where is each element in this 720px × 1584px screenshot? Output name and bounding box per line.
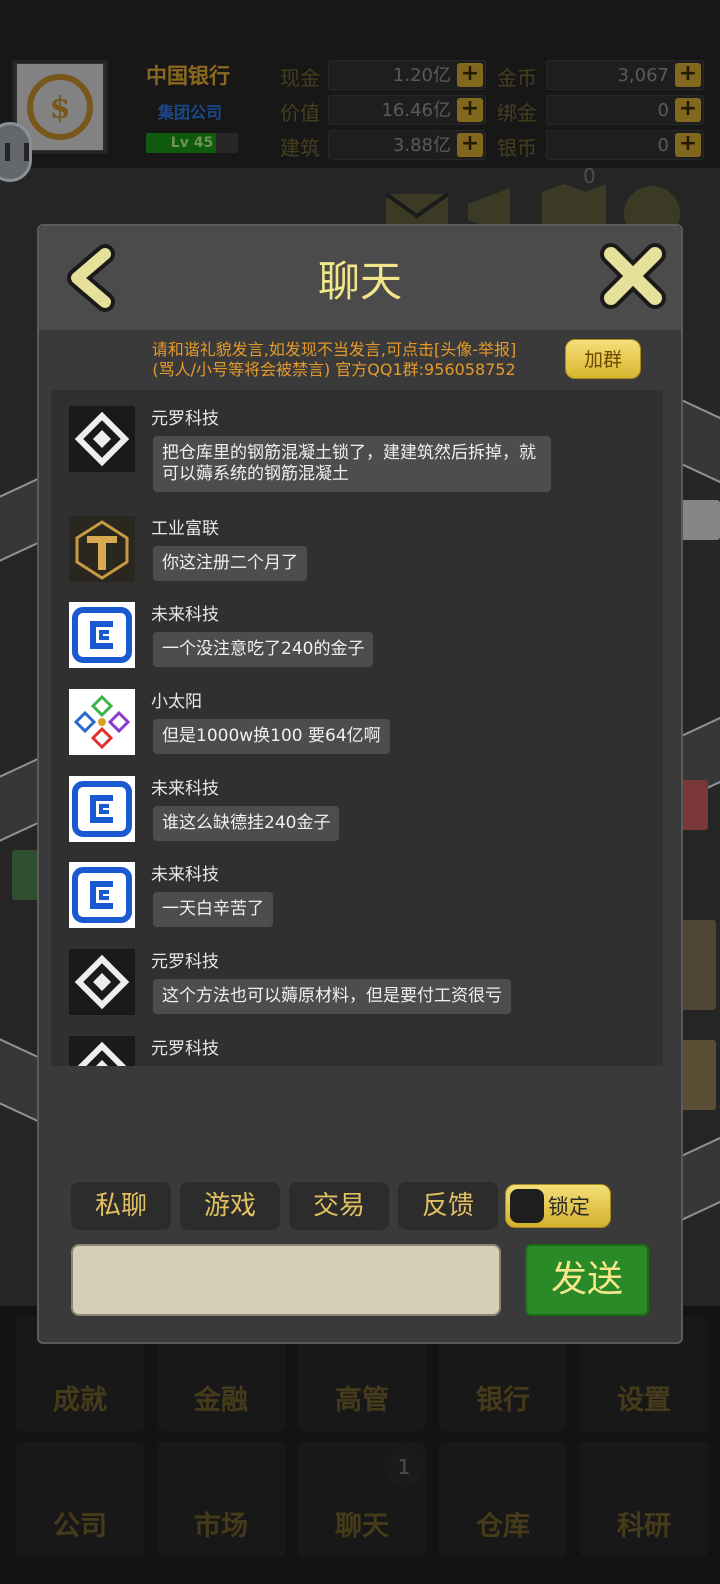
blue-c-logo-avatar[interactable]	[69, 776, 135, 842]
blue-c-logo-avatar[interactable]	[69, 602, 135, 668]
chat-message: 未来科技 一个没注意吃了240的金子	[69, 602, 649, 688]
tab-private[interactable]: 私聊	[71, 1182, 171, 1230]
tab-trade[interactable]: 交易	[289, 1182, 389, 1230]
gold-t-logo-avatar[interactable]	[69, 516, 135, 582]
sender-name: 元罗科技	[151, 409, 219, 429]
send-button[interactable]: 发送	[525, 1244, 649, 1316]
message-bubble: 谁这么缺德挂240金子	[153, 806, 340, 841]
message-bubble: 一天白辛苦了	[153, 892, 273, 927]
lock-toggle[interactable]: 锁定	[505, 1184, 611, 1228]
close-icon[interactable]	[599, 242, 667, 310]
lock-checkbox[interactable]	[510, 1189, 544, 1223]
chat-message: 小太阳 但是1000w换100 要64亿啊	[69, 689, 649, 775]
colorful-pattern-logo-avatar[interactable]	[69, 689, 135, 755]
chat-message: 工业富联 你这注册二个月了	[69, 516, 649, 602]
message-bubble: 但是1000w换100 要64亿啊	[153, 719, 390, 754]
chat-message: 元罗科技 这个方法也可以薅原材料，但是要付工资很亏	[69, 949, 649, 1035]
sender-name: 工业富联	[151, 519, 219, 539]
sender-name: 未来科技	[151, 779, 219, 799]
chat-message: 元罗科技	[69, 1036, 649, 1066]
diamond-logo-avatar[interactable]	[69, 1036, 135, 1066]
dialog-header: 聊天	[39, 226, 681, 330]
notice-line-1: 请和谐礼貌发言,如发现不当发言,可点击[头像-举报]	[151, 340, 517, 359]
chat-message: 元罗科技 把仓库里的钢筋混凝土锁了，建建筑然后拆掉，就可以薅系统的钢筋混凝土	[69, 406, 649, 516]
sender-name: 未来科技	[151, 605, 219, 625]
tab-game[interactable]: 游戏	[180, 1182, 280, 1230]
blue-c-logo-avatar[interactable]	[69, 862, 135, 928]
message-bubble: 这个方法也可以薅原材料，但是要付工资很亏	[153, 979, 511, 1014]
diamond-logo-avatar[interactable]	[69, 949, 135, 1015]
dialog-title: 聊天	[317, 257, 402, 306]
chat-message: 未来科技 一天白辛苦了	[69, 862, 649, 948]
chat-input[interactable]	[71, 1244, 501, 1316]
sender-name: 未来科技	[151, 865, 219, 885]
tab-feedback[interactable]: 反馈	[398, 1182, 498, 1230]
message-bubble: 一个没注意吃了240的金子	[153, 632, 374, 667]
notice-line-2: (骂人/小号等将会被禁言) 官方QQ1群:956058752	[152, 360, 516, 379]
join-group-button[interactable]: 加群	[565, 339, 641, 379]
message-bubble: 把仓库里的钢筋混凝土锁了，建建筑然后拆掉，就可以薅系统的钢筋混凝土	[153, 436, 551, 492]
chat-message-list[interactable]: 元罗科技 把仓库里的钢筋混凝土锁了，建建筑然后拆掉，就可以薅系统的钢筋混凝土 工…	[51, 390, 663, 1066]
diamond-logo-avatar[interactable]	[69, 406, 135, 472]
chat-dialog: 聊天 请和谐礼貌发言,如发现不当发言,可点击[头像-举报] (骂人/小号等将会被…	[37, 224, 683, 1344]
sender-name: 小太阳	[151, 692, 202, 712]
message-bubble: 你这注册二个月了	[153, 546, 307, 581]
sender-name: 元罗科技	[151, 1039, 219, 1059]
lock-label: 锁定	[548, 1195, 590, 1219]
sender-name: 元罗科技	[151, 952, 219, 972]
chat-message: 未来科技 谁这么缺德挂240金子	[69, 776, 649, 862]
chat-notice: 请和谐礼貌发言,如发现不当发言,可点击[头像-举报] (骂人/小号等将会被禁言)…	[99, 340, 569, 380]
